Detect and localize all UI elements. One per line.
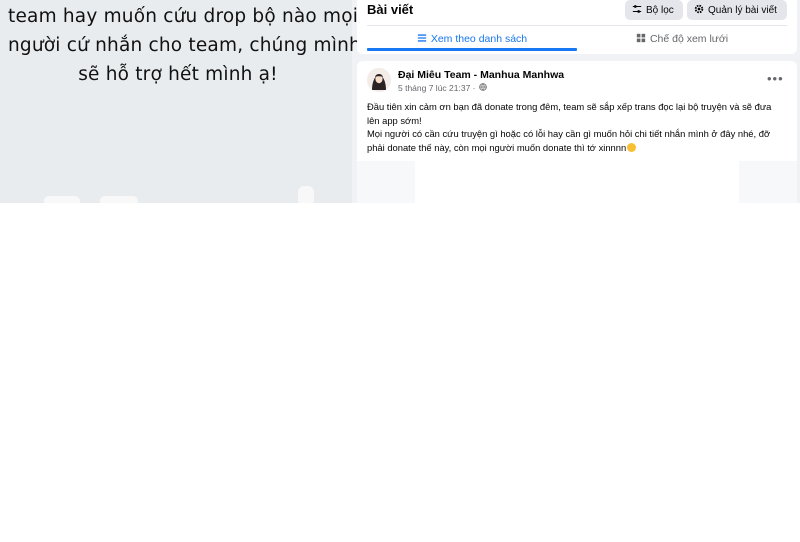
- post-card: Đại Miêu Team - Manhua Manhwa 5 tháng 7 …: [357, 61, 797, 203]
- tab-grid-view[interactable]: Chế độ xem lưới: [577, 26, 787, 52]
- globe-icon: [478, 83, 487, 93]
- cat-doodle: [100, 196, 138, 203]
- sliders-icon: [632, 4, 642, 17]
- post-media[interactable]: [357, 161, 797, 203]
- tab-grid-label: Chế độ xem lưới: [649, 33, 729, 45]
- posts-header-card: Bài viết Bộ lọc Quản lý bài viết Xem the…: [357, 0, 797, 54]
- note-line: sẽ hỗ trợ hết mình ạ!: [78, 64, 278, 85]
- active-tab-indicator: [367, 48, 577, 51]
- post-image: [415, 161, 739, 203]
- note-line: người cứ nhắn cho team, chúng mình: [8, 35, 361, 56]
- post-meta: 5 tháng 7 lúc 21:37 ·: [398, 83, 487, 93]
- filter-button[interactable]: Bộ lọc: [625, 0, 683, 20]
- cat-doodle: [44, 196, 80, 203]
- laughing-emoji-icon: [627, 142, 637, 152]
- page-feed: Bài viết Bộ lọc Quản lý bài viết Xem the…: [357, 0, 800, 203]
- more-options-button[interactable]: •••: [767, 71, 784, 86]
- gear-icon: [694, 4, 704, 17]
- note-line: team hay muốn cứu drop bộ nào mọi: [8, 6, 359, 27]
- post-body: Đầu tiên xin cảm ơn bạn đã donate trong …: [367, 100, 792, 154]
- post-author[interactable]: Đại Miêu Team - Manhua Manhwa: [398, 69, 564, 81]
- screenshot-region: team hay muốn cứu drop bộ nào mọi người …: [0, 0, 800, 203]
- handwritten-note: team hay muốn cứu drop bộ nào mọi người …: [8, 2, 361, 89]
- post-paragraph: Mọi người có cần cứu truyện gì hoặc có l…: [367, 128, 771, 139]
- avatar[interactable]: [367, 68, 391, 92]
- filter-button-label: Bộ lọc: [646, 4, 674, 16]
- list-icon: [417, 33, 427, 46]
- grid-icon: [636, 33, 646, 46]
- manage-posts-label: Quản lý bài viết: [708, 4, 777, 16]
- post-paragraph: phải donate thế này, còn mọi người muốn …: [367, 141, 792, 155]
- posts-title: Bài viết: [367, 2, 414, 17]
- post-timestamp[interactable]: 5 tháng 7 lúc 21:37 ·: [398, 83, 476, 93]
- post-paragraph: lên app sớm!: [367, 114, 422, 126]
- cat-doodle: [298, 186, 314, 203]
- tab-list-label: Xem theo danh sách: [430, 33, 528, 45]
- manage-posts-button[interactable]: Quản lý bài viết: [687, 0, 787, 20]
- post-paragraph: Đầu tiên xin cảm ơn bạn đã donate trong …: [367, 101, 772, 112]
- announcement-image: team hay muốn cứu drop bộ nào mọi người …: [0, 0, 361, 203]
